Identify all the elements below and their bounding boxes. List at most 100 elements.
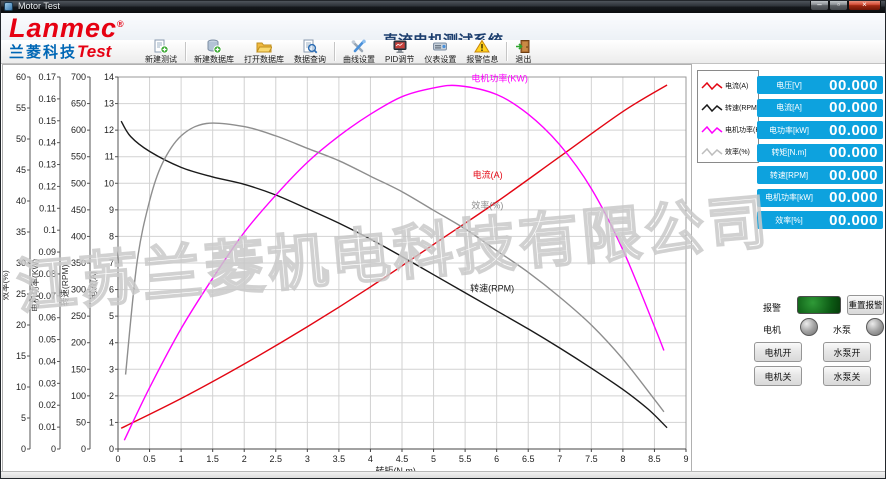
toolbar-button-label: 新建测试 xyxy=(145,54,177,65)
statusbar xyxy=(0,471,886,479)
svg-text:0.05: 0.05 xyxy=(38,335,56,345)
toolbar-button-pid[interactable]: PID调节 xyxy=(380,40,419,63)
svg-text:7.5: 7.5 xyxy=(585,454,598,464)
motor-off-button[interactable]: 电机关 xyxy=(754,366,802,386)
readout-row: 电压[V] 00.000 xyxy=(757,76,883,94)
pump-off-button[interactable]: 水泵关 xyxy=(823,366,871,386)
svg-text:8: 8 xyxy=(109,231,114,241)
toolbar-button-label: 曲线设置 xyxy=(343,54,375,65)
toolbar-button-new-test[interactable]: 新建测试 xyxy=(140,40,182,63)
alarm-label: 报警 xyxy=(763,301,781,314)
svg-text:0.11: 0.11 xyxy=(39,203,56,213)
svg-text:4: 4 xyxy=(109,338,114,348)
readout-label: 电功率[kW] xyxy=(757,125,821,136)
titlebar: Motor Test – ▫ × xyxy=(0,0,886,13)
svg-text:0.16: 0.16 xyxy=(38,94,56,104)
svg-text:0.02: 0.02 xyxy=(38,400,56,410)
svg-text:7: 7 xyxy=(557,454,562,464)
readout-label: 转矩[N.m] xyxy=(757,147,821,158)
svg-text:0.09: 0.09 xyxy=(38,247,56,257)
svg-text:150: 150 xyxy=(71,364,86,374)
new-database-icon xyxy=(206,39,222,54)
maximize-button[interactable]: ▫ xyxy=(829,0,848,11)
readout-value: 00.000 xyxy=(821,144,883,161)
motor-on-button[interactable]: 电机开 xyxy=(754,342,802,362)
svg-text:6: 6 xyxy=(109,285,114,295)
svg-text:300: 300 xyxy=(71,285,86,295)
readout-row: 转矩[N.m] 00.000 xyxy=(757,144,883,162)
toolbar-button-exit[interactable]: 退出 xyxy=(510,40,536,63)
legend-line-icon xyxy=(701,80,723,92)
svg-text:100: 100 xyxy=(71,391,86,401)
readout-row: 转速[RPM] 00.000 xyxy=(757,166,883,184)
svg-text:25: 25 xyxy=(16,289,26,299)
toolbar-button-alarm-info[interactable]: 报警信息 xyxy=(461,40,503,63)
svg-text:0: 0 xyxy=(51,444,56,454)
svg-text:0.03: 0.03 xyxy=(38,378,56,388)
alarm-reset-button[interactable]: 重置报警 xyxy=(847,295,884,315)
window-title: Motor Test xyxy=(18,1,60,11)
svg-text:350: 350 xyxy=(71,258,86,268)
svg-text:电流(A): 电流(A) xyxy=(88,271,98,300)
svg-text:35: 35 xyxy=(16,227,26,237)
series-efficiency xyxy=(126,123,664,412)
toolbar-button-label: 报警信息 xyxy=(466,54,498,65)
toolbar-button-open-database[interactable]: 打开数据库 xyxy=(239,40,289,63)
toolbar-separator xyxy=(506,42,507,61)
svg-text:5: 5 xyxy=(21,413,26,423)
svg-text:200: 200 xyxy=(71,338,86,348)
series-current xyxy=(121,85,667,428)
chart-grid xyxy=(118,77,686,449)
svg-text:0.1: 0.1 xyxy=(43,225,56,235)
svg-text:3.5: 3.5 xyxy=(333,454,346,464)
svg-text:5.5: 5.5 xyxy=(459,454,472,464)
toolbar-button-new-database[interactable]: 新建数据库 xyxy=(189,40,239,63)
svg-text:20: 20 xyxy=(16,320,26,330)
app-icon xyxy=(4,2,13,11)
svg-text:1: 1 xyxy=(109,417,114,427)
tools-icon xyxy=(351,39,367,54)
readout-value: 00.000 xyxy=(821,189,883,206)
svg-text:0.15: 0.15 xyxy=(38,116,56,126)
legend-entry: 电流(A) xyxy=(701,75,758,97)
svg-text:0: 0 xyxy=(21,444,26,454)
toolbar-button-curve-settings[interactable]: 曲线设置 xyxy=(338,40,380,63)
svg-text:6.5: 6.5 xyxy=(522,454,535,464)
svg-text:2: 2 xyxy=(242,454,247,464)
svg-text:45: 45 xyxy=(16,165,26,175)
readout-label: 效率[%] xyxy=(757,215,821,226)
svg-text:9: 9 xyxy=(109,205,114,215)
svg-text:0.13: 0.13 xyxy=(38,160,56,170)
new-test-icon xyxy=(153,39,169,54)
pump-label: 水泵 xyxy=(833,323,851,336)
open-folder-icon xyxy=(256,39,272,54)
series-speed xyxy=(121,121,667,428)
pump-on-button[interactable]: 水泵开 xyxy=(823,342,871,362)
svg-text:10: 10 xyxy=(104,178,114,188)
toolbar-button-data-query[interactable]: 数据查询 xyxy=(289,40,331,63)
alarm-indicator xyxy=(797,296,841,314)
svg-text:0.04: 0.04 xyxy=(38,356,56,366)
readout-row: 效率[%] 00.000 xyxy=(757,211,883,229)
y-axis-power: 00.010.020.030.040.050.060.070.080.090.1… xyxy=(30,72,60,454)
svg-text:12: 12 xyxy=(104,125,114,135)
toolbar-button-meter-settings[interactable]: 仪表设置 xyxy=(419,40,461,63)
svg-text:5: 5 xyxy=(431,454,436,464)
toolbar-button-label: 数据查询 xyxy=(294,54,326,65)
close-button[interactable]: × xyxy=(848,0,881,11)
svg-text:55: 55 xyxy=(16,103,26,113)
svg-text:7: 7 xyxy=(109,258,114,268)
minimize-button[interactable]: – xyxy=(810,0,829,11)
readout-value: 00.000 xyxy=(821,77,883,94)
svg-text:电机功率(KW): 电机功率(KW) xyxy=(30,258,40,312)
svg-text:4.5: 4.5 xyxy=(396,454,409,464)
exit-door-icon xyxy=(515,39,531,54)
readout-value: 00.000 xyxy=(821,212,883,229)
svg-text:1.5: 1.5 xyxy=(206,454,219,464)
svg-text:0.14: 0.14 xyxy=(38,138,56,148)
svg-text:550: 550 xyxy=(71,152,86,162)
svg-text:700: 700 xyxy=(71,72,86,82)
readout-row: 电功率[kW] 00.000 xyxy=(757,121,883,139)
svg-text:30: 30 xyxy=(16,258,26,268)
readout-label: 电流[A] xyxy=(757,102,821,113)
